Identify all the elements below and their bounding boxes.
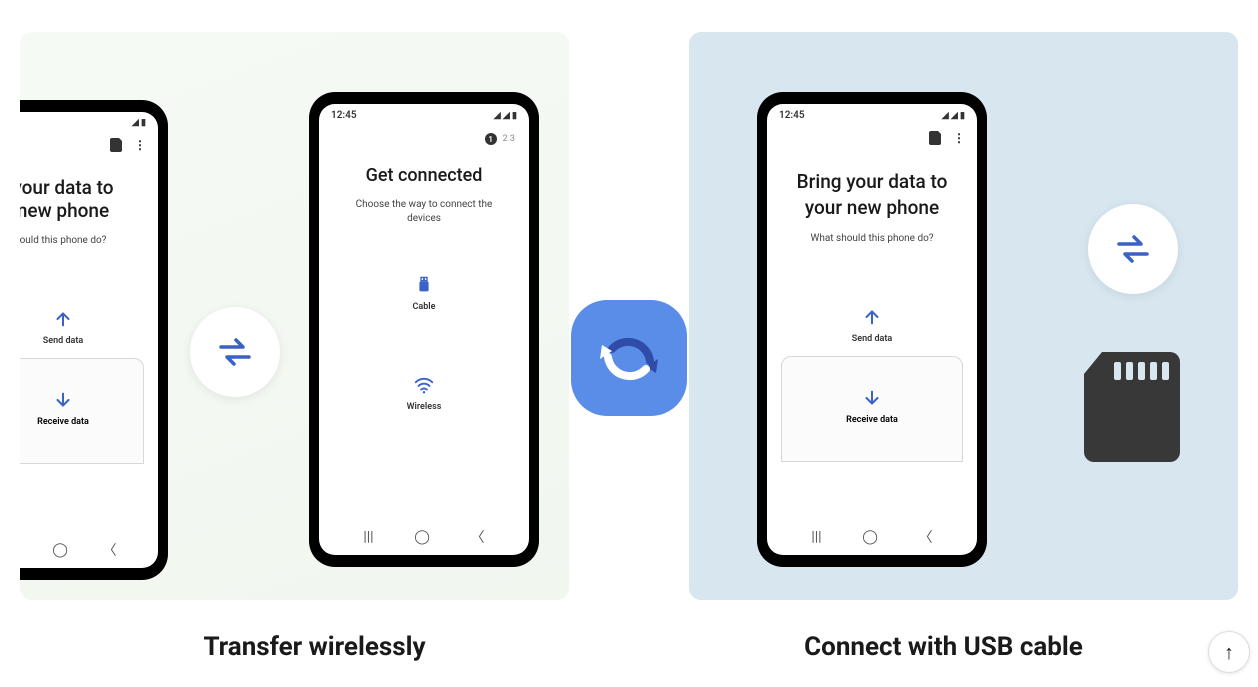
send-label: Send data [852, 334, 892, 344]
phone-device: 12:45 ◢ ◢ ▮ ⋮ Bring your data to your ne… [757, 92, 987, 567]
page-title: Bring your data to your new phone [767, 169, 977, 220]
page-subtitle: What should this phone do? [767, 232, 977, 246]
arrow-up-icon [861, 306, 883, 328]
more-icon[interactable]: ⋮ [134, 138, 146, 152]
nav-recent-icon[interactable]: ||| [811, 529, 821, 545]
send-data-button[interactable]: Send data [20, 308, 158, 346]
nav-bar: ||| ◯ 〈 [319, 517, 529, 555]
sd-card-icon [1084, 352, 1180, 462]
receive-label: Receive data [37, 417, 89, 427]
scroll-top-button[interactable]: ↑ [1208, 631, 1250, 673]
panel-connect-usb: 12:45 ◢ ◢ ▮ ⋮ Bring your data to your ne… [689, 32, 1238, 600]
transfer-icon [190, 307, 280, 397]
sdcard-icon [110, 138, 122, 152]
send-label: Send data [43, 336, 83, 346]
wireless-label: Wireless [407, 402, 442, 412]
clock: 12:45 [779, 110, 805, 121]
nav-home-icon[interactable]: ◯ [862, 529, 878, 545]
nav-home-icon[interactable]: ◯ [52, 542, 68, 558]
status-icons: ◢ ◢ ▮ [494, 111, 517, 121]
receive-data-button[interactable]: Receive data [781, 356, 963, 462]
transfer-icon [1088, 204, 1178, 294]
nav-recent-icon[interactable]: ||| [363, 529, 373, 545]
page-title: your data to new phone [20, 176, 158, 222]
phone-old-device: ◢ ▮ ⋮ your data to new phone ould this p… [20, 100, 168, 580]
nav-back-icon[interactable]: 〈 [919, 527, 933, 547]
nav-back-icon[interactable]: 〈 [471, 527, 485, 547]
clock: 12:45 [331, 110, 357, 121]
nav-bar: ≡ ◯ 〈 [20, 530, 158, 568]
page-subtitle: ould this phone do? [20, 234, 158, 248]
arrow-up-icon: ↑ [1224, 640, 1234, 665]
caption-left: Transfer wirelessly [0, 632, 629, 662]
wireless-option[interactable]: Wireless [319, 374, 529, 412]
nav-back-icon[interactable]: 〈 [103, 540, 117, 560]
phone-new-device: 12:45 ◢ ◢ ▮ 1 2 3 Get connected Choose t… [309, 92, 539, 567]
cable-option[interactable]: Cable [319, 274, 529, 312]
caption-right: Connect with USB cable [629, 632, 1258, 662]
status-icons: ◢ ▮ [132, 118, 146, 128]
more-icon[interactable]: ⋮ [953, 131, 965, 145]
smart-switch-app-icon [571, 300, 687, 416]
nav-home-icon[interactable]: ◯ [414, 529, 430, 545]
arrow-down-icon [861, 387, 883, 409]
usb-cable-icon [413, 274, 435, 296]
step-indicator: 1 2 3 [319, 127, 529, 145]
panel-transfer-wirelessly: ◢ ▮ ⋮ your data to new phone ould this p… [20, 32, 569, 600]
page-subtitle: Choose the way to connect the devices [319, 198, 529, 226]
page-title: Get connected [319, 165, 529, 186]
receive-label: Receive data [846, 415, 898, 425]
wifi-icon [413, 374, 435, 396]
nav-bar: ||| ◯ 〈 [767, 517, 977, 555]
sdcard-icon [929, 131, 941, 145]
cable-label: Cable [413, 302, 436, 312]
send-data-button[interactable]: Send data [767, 306, 977, 344]
receive-data-button[interactable]: Receive data [20, 358, 144, 464]
status-icons: ◢ ◢ ▮ [942, 111, 965, 121]
